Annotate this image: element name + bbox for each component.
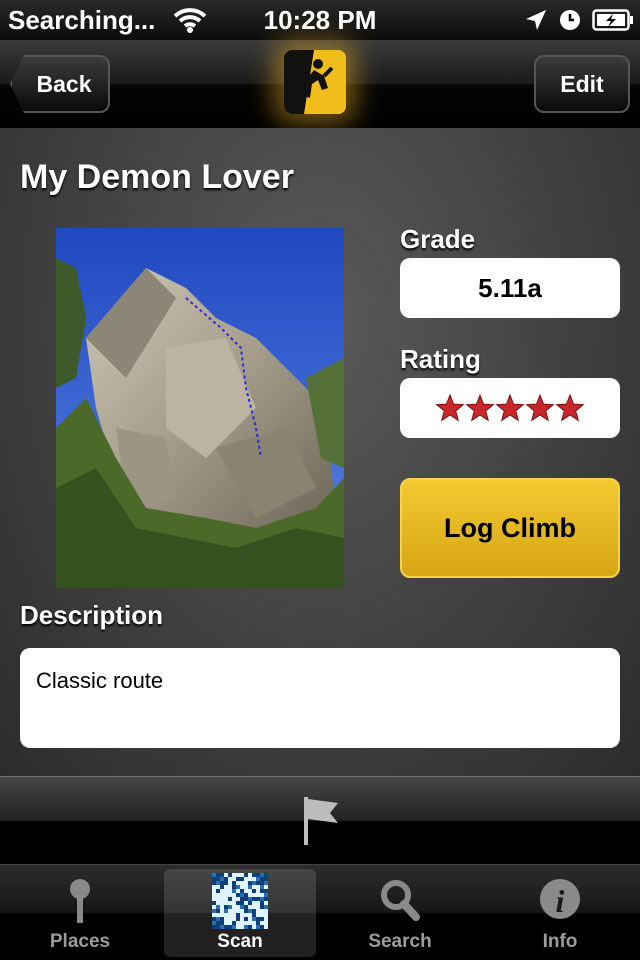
description-box[interactable]: Classic route [20, 648, 620, 748]
rating-star[interactable] [525, 393, 555, 422]
tab-info-label: Info [542, 931, 578, 952]
flag-icon[interactable] [300, 793, 342, 847]
rating-box[interactable] [400, 378, 620, 438]
log-climb-button[interactable]: Log Climb [400, 478, 620, 578]
grade-label: Grade [400, 224, 476, 254]
edit-button-label: Edit [560, 70, 604, 97]
rating-star[interactable] [435, 393, 465, 422]
rating-stars [435, 393, 585, 422]
rating-star[interactable] [495, 393, 525, 422]
route-title: My Demon Lover [20, 158, 294, 196]
rating-star[interactable] [555, 393, 585, 422]
tab-places-label: Places [49, 931, 111, 952]
route-photo[interactable] [56, 228, 344, 588]
description-label: Description [20, 600, 164, 630]
status-bar: Searching... 10:28 PM [0, 0, 640, 40]
grade-value-box: 5.11a [400, 258, 620, 318]
route-detail: My Demon Lover Grade 5.11a Rating Log Cl… [0, 128, 640, 776]
qr-code-icon [212, 873, 268, 929]
tab-places[interactable]: Places [4, 869, 156, 957]
rating-label: Rating [400, 344, 481, 374]
tab-info[interactable]: i Info [484, 869, 636, 957]
tab-search[interactable]: Search [324, 869, 476, 957]
location-arrow-icon [526, 10, 546, 30]
info-icon: i [540, 879, 580, 919]
tab-scan[interactable]: Scan [164, 869, 316, 957]
pin-icon [70, 879, 90, 923]
log-climb-label: Log Climb [444, 512, 576, 543]
alarm-clock-icon [560, 10, 580, 30]
tab-bar: Places Scan Search i Info [0, 864, 640, 960]
tab-search-label: Search [368, 931, 432, 952]
battery-charging-icon [592, 9, 633, 31]
search-icon [381, 880, 420, 921]
navigation-bar: Back Edit [0, 40, 640, 128]
bottom-toolbar [0, 776, 640, 864]
rating-star[interactable] [465, 393, 495, 422]
svg-text:i: i [556, 883, 565, 919]
grade-value: 5.11a [478, 272, 542, 303]
tab-scan-label: Scan [217, 931, 263, 952]
edit-button[interactable]: Edit [534, 55, 630, 113]
back-button[interactable]: Back [10, 55, 110, 113]
description-text: Classic route [36, 668, 164, 693]
back-button-label: Back [36, 70, 92, 97]
climber-logo-icon [284, 50, 346, 114]
